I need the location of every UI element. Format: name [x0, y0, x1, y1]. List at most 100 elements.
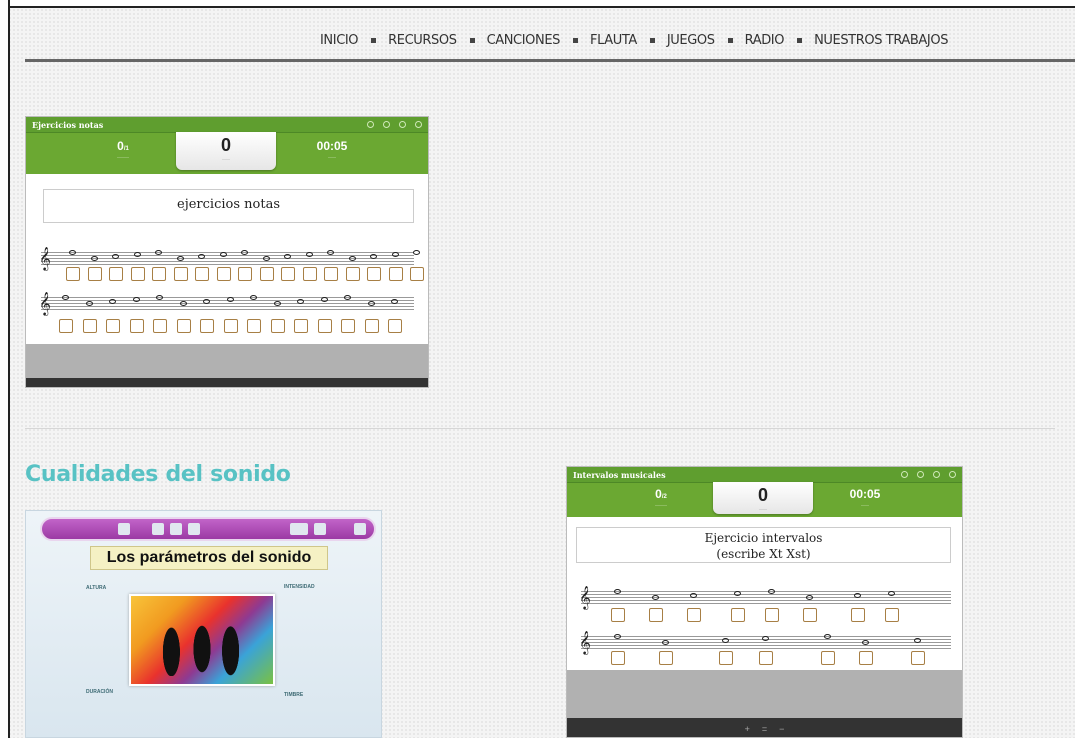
email-icon[interactable]	[188, 523, 200, 535]
answer-box[interactable]	[851, 608, 865, 622]
music-note	[112, 254, 119, 259]
answer-box[interactable]	[195, 267, 209, 281]
calendar-icon[interactable]	[901, 471, 908, 478]
print-icon[interactable]	[118, 523, 130, 535]
answer-box[interactable]	[152, 267, 166, 281]
answer-box[interactable]	[59, 319, 73, 333]
answer-box[interactable]	[247, 319, 261, 333]
nav-juegos[interactable]: JUEGOS	[667, 33, 715, 48]
answer-box[interactable]	[216, 267, 231, 281]
go-icon[interactable]	[314, 523, 326, 535]
time-label: ——	[328, 154, 336, 159]
answer-box[interactable]	[317, 319, 332, 333]
answer-box[interactable]	[765, 608, 779, 622]
answer-box[interactable]	[659, 651, 673, 665]
answer-box[interactable]	[270, 319, 285, 333]
answer-box[interactable]	[66, 267, 80, 281]
sound-parameters-presentation[interactable]: Los parámetros del sonido ALTURA INTENSI…	[25, 510, 382, 738]
page-field[interactable]	[290, 523, 308, 535]
zoom-out-button[interactable]: −	[779, 724, 784, 734]
answer-box[interactable]	[859, 651, 873, 665]
answer-box[interactable]	[106, 319, 120, 333]
eye-icon[interactable]	[383, 121, 390, 128]
fit-button[interactable]: =	[762, 724, 767, 734]
refresh-icon[interactable]	[399, 121, 406, 128]
music-note	[734, 591, 741, 596]
answer-box[interactable]	[911, 651, 925, 665]
score-value: 0	[220, 135, 231, 155]
answer-box[interactable]	[129, 319, 144, 333]
answer-box[interactable]	[611, 608, 625, 622]
answer-box[interactable]	[153, 319, 167, 333]
nav-canciones[interactable]: CANCIONES	[487, 33, 561, 48]
answer-box[interactable]	[324, 267, 338, 281]
answer-box[interactable]	[388, 319, 402, 333]
quiz-widget-ejercicios-notas[interactable]: Ejercicios notas 0/1 ——— 0 —— 00:05 —— e…	[25, 116, 429, 388]
nav-radio[interactable]: RADIO	[745, 33, 785, 48]
answer-box[interactable]	[410, 267, 424, 281]
score-label: ——	[759, 506, 767, 511]
eye-icon[interactable]	[917, 471, 924, 478]
answer-box[interactable]	[341, 319, 355, 333]
answer-box[interactable]	[200, 319, 214, 333]
answer-box[interactable]	[687, 608, 701, 622]
time-value: 00:05	[316, 139, 348, 153]
refresh-icon[interactable]	[933, 471, 940, 478]
window-left-border	[0, 0, 10, 738]
music-note	[250, 295, 257, 300]
quiz-footer	[26, 344, 428, 378]
attempts-label: ———	[117, 154, 129, 159]
answer-box[interactable]	[719, 651, 733, 665]
music-note	[284, 254, 291, 259]
answer-box[interactable]	[885, 608, 899, 622]
nav-nuestros-trabajos[interactable]: NUESTROS TRABAJOS	[814, 33, 948, 48]
time-value: 00:05	[849, 487, 881, 501]
answer-box[interactable]	[388, 267, 403, 281]
help-icon[interactable]	[949, 471, 956, 478]
quiz-control-bar: + = −	[567, 718, 962, 737]
answer-box[interactable]	[345, 267, 360, 281]
menu-icon[interactable]	[354, 523, 366, 535]
answer-box[interactable]	[821, 651, 835, 665]
save-icon[interactable]	[170, 523, 182, 535]
answer-box[interactable]	[294, 319, 308, 333]
answer-box[interactable]	[109, 267, 123, 281]
section-title: Cualidades del sonido	[25, 462, 291, 487]
help-icon[interactable]	[152, 523, 164, 535]
answer-box[interactable]	[649, 608, 663, 622]
answer-box[interactable]	[367, 267, 381, 281]
answer-box[interactable]	[173, 267, 188, 281]
answer-box[interactable]	[364, 319, 379, 333]
section-divider	[25, 428, 1055, 429]
answer-box[interactable]	[759, 651, 773, 665]
zoom-in-button[interactable]: +	[745, 724, 750, 734]
quiz-widget-intervalos-musicales[interactable]: Intervalos musicales 0/2 ——— 0 —— 00:05 …	[566, 466, 963, 738]
answer-box[interactable]	[259, 267, 274, 281]
answer-box[interactable]	[238, 267, 252, 281]
nav-recursos[interactable]: RECURSOS	[388, 33, 457, 48]
nav-separator	[469, 38, 475, 43]
answer-box[interactable]	[302, 267, 317, 281]
music-note	[614, 634, 621, 639]
answer-box[interactable]	[731, 608, 745, 622]
answer-box[interactable]	[87, 267, 102, 281]
answer-box[interactable]	[281, 267, 295, 281]
score-box: 0 ——	[713, 482, 813, 514]
answer-box[interactable]	[176, 319, 191, 333]
nav-flauta[interactable]: FLAUTA	[590, 33, 637, 48]
calendar-icon[interactable]	[367, 121, 374, 128]
answer-box[interactable]	[223, 319, 238, 333]
nav-inicio[interactable]: INICIO	[320, 33, 359, 48]
answer-box[interactable]	[803, 608, 817, 622]
music-note	[662, 640, 669, 645]
quiz-header: Ejercicios notas	[26, 117, 428, 133]
help-icon[interactable]	[415, 121, 422, 128]
treble-clef-icon: 𝄞	[39, 246, 51, 270]
answer-box[interactable]	[82, 319, 97, 333]
music-note	[854, 593, 861, 598]
answer-box[interactable]	[130, 267, 145, 281]
answer-box[interactable]	[611, 651, 625, 665]
music-note	[914, 638, 921, 643]
music-note	[370, 254, 377, 259]
label-timbre: TIMBRE	[284, 692, 304, 698]
